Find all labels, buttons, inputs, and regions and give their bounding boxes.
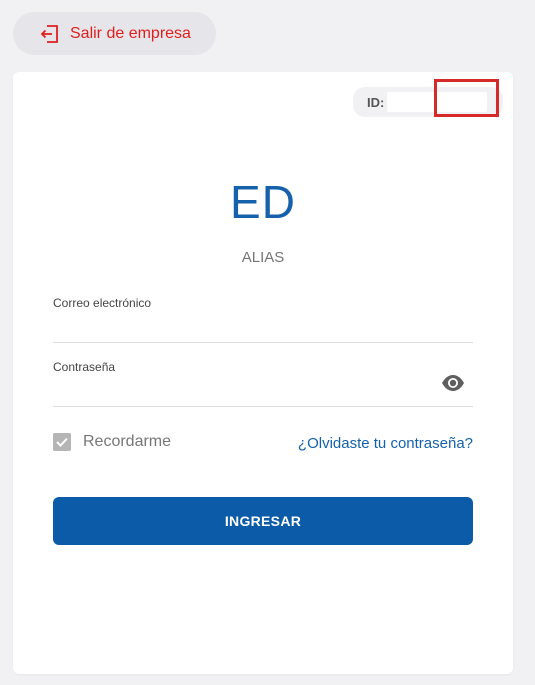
remember-label: Recordarme	[83, 433, 172, 450]
logout-icon	[40, 24, 60, 44]
forgot-password-link[interactable]: ¿Olvidaste tu contraseña?	[298, 435, 473, 452]
remember-checkbox[interactable]	[53, 433, 71, 451]
login-card: ID: ED ALIAS Correo electrónico Contrase…	[13, 72, 513, 674]
email-field: Correo electrónico	[53, 296, 473, 343]
id-label: ID:	[367, 94, 385, 110]
remember-me[interactable]: Recordarme	[53, 433, 171, 451]
eye-icon[interactable]	[441, 374, 465, 392]
password-input[interactable]	[53, 376, 437, 402]
id-highlight-box	[434, 79, 499, 117]
exit-company-label: Salir de empresa	[70, 24, 191, 42]
check-icon	[56, 437, 68, 447]
exit-company-button[interactable]: Salir de empresa	[13, 12, 216, 55]
email-input[interactable]	[53, 312, 437, 338]
company-alias: ALIAS	[241, 249, 285, 266]
company-initials: ED	[230, 176, 296, 228]
password-field: Contraseña	[53, 360, 473, 407]
email-label: Correo electrónico	[53, 296, 152, 310]
login-button[interactable]: INGRESAR	[53, 497, 473, 545]
password-label: Contraseña	[53, 360, 116, 374]
